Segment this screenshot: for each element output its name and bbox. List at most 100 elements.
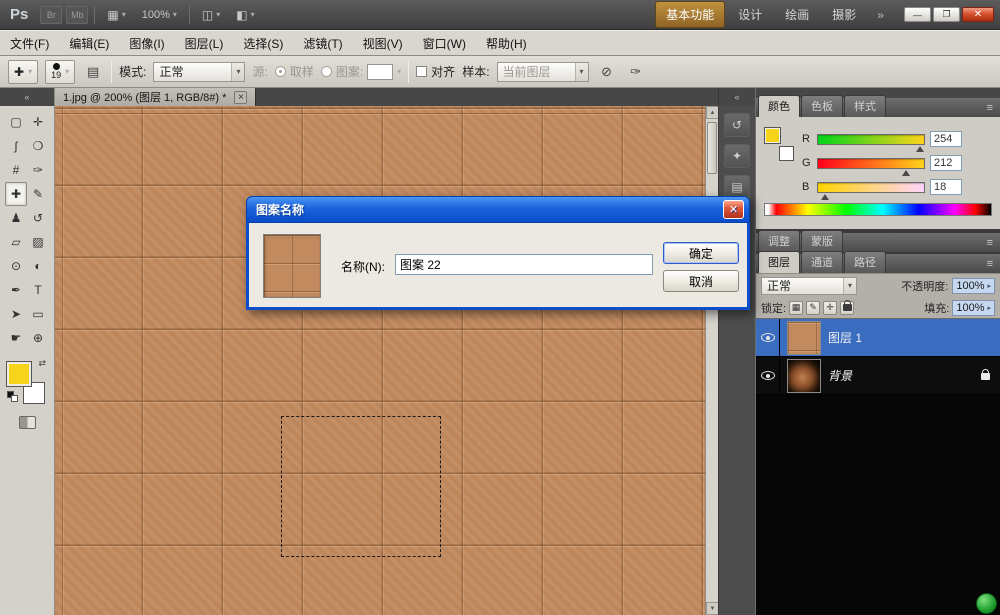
tab-masks[interactable]: 蒙版	[801, 230, 843, 252]
quick-selection-tool[interactable]: ❍	[27, 134, 49, 158]
aligned-checkbox[interactable]	[416, 66, 428, 77]
red-slider[interactable]	[817, 133, 925, 152]
red-value-field[interactable]: 254	[930, 131, 962, 147]
document-close-icon[interactable]: ×	[234, 90, 248, 104]
rectangle-tool[interactable]: ▭	[27, 302, 49, 326]
layer-row-layer-1[interactable]: 图层 1	[756, 319, 1000, 357]
document-tab[interactable]: 1.jpg @ 200% (图层 1, RGB/8#) * ×	[55, 88, 257, 106]
tablet-pressure-icon[interactable]: ✑	[625, 61, 647, 83]
move-tool[interactable]: ✛	[27, 110, 49, 134]
view-extras-button[interactable]: ▦ ▾	[101, 6, 131, 24]
arrange-documents-button[interactable]: ◫ ▾	[196, 6, 226, 24]
swap-colors-icon[interactable]: ⇄	[38, 358, 46, 369]
sampled-radio[interactable]	[274, 66, 286, 77]
selection-marquee[interactable]	[281, 416, 441, 557]
crop-tool[interactable]: #	[5, 158, 27, 182]
more-workspaces-chevron[interactable]: »	[869, 8, 892, 22]
clone-stamp-tool[interactable]: ♟	[5, 206, 27, 230]
lock-image-pixels-icon[interactable]: ✎	[806, 300, 821, 315]
green-slider[interactable]	[817, 157, 925, 176]
lock-all-icon[interactable]	[840, 300, 855, 315]
pattern-swatch[interactable]	[367, 63, 394, 80]
green-value-field[interactable]: 212	[930, 155, 962, 171]
layer-thumbnail[interactable]	[787, 320, 821, 355]
scrollbar-thumb[interactable]	[707, 122, 717, 174]
tab-paths[interactable]: 路径	[844, 251, 886, 273]
tool-preset-picker[interactable]: ✚ ▾	[8, 59, 39, 84]
default-colors-icon[interactable]	[7, 391, 20, 404]
eyedropper-tool[interactable]: ✑	[27, 158, 49, 182]
healing-brush-tool[interactable]: ✚	[5, 182, 27, 206]
menu-select[interactable]: 选择(S)	[233, 30, 293, 57]
red-slider-thumb[interactable]	[915, 142, 924, 152]
source-sampled-option[interactable]: 取样	[274, 63, 314, 80]
quick-mask-icon[interactable]	[18, 416, 36, 429]
aligned-option[interactable]: 对齐	[416, 63, 455, 80]
menu-image[interactable]: 图像(I)	[119, 30, 174, 57]
minimize-button[interactable]: —	[904, 7, 931, 22]
blend-mode-dropdown[interactable]: 正常 ▾	[153, 61, 246, 82]
blue-value-field[interactable]: 18	[930, 179, 962, 195]
brush-tool[interactable]: ✎	[27, 182, 49, 206]
color-spectrum-ramp[interactable]	[764, 203, 992, 216]
background-color-swatch[interactable]	[779, 146, 794, 161]
sample-dropdown[interactable]: 当前图层 ▾	[496, 61, 589, 82]
expand-dock-button[interactable]: «	[719, 88, 755, 106]
mini-bridge-icon[interactable]: Mb	[66, 5, 89, 24]
lock-position-icon[interactable]: ✛	[823, 300, 838, 315]
cancel-button[interactable]: 取消	[663, 270, 739, 292]
hand-tool[interactable]: ☛	[5, 326, 27, 350]
layer-visibility-toggle[interactable]	[756, 319, 780, 356]
eraser-tool[interactable]: ▱	[5, 230, 27, 254]
workspace-painting[interactable]: 绘画	[775, 2, 819, 27]
tab-adjustments[interactable]: 调整	[758, 230, 800, 252]
layer-name[interactable]: 图层 1	[828, 329, 1000, 346]
tab-styles[interactable]: 样式	[844, 95, 886, 117]
source-pattern-option[interactable]: 图案: ▾	[320, 63, 401, 80]
brush-preset-picker[interactable]: 19 ▾	[45, 59, 76, 84]
dodge-tool[interactable]: ◐	[27, 254, 49, 278]
workspace-essentials[interactable]: 基本功能	[655, 1, 726, 28]
menu-window[interactable]: 窗口(W)	[413, 30, 476, 57]
pattern-radio[interactable]	[320, 66, 332, 77]
pattern-name-input[interactable]	[395, 254, 653, 275]
panel-menu-icon[interactable]: ≡	[982, 102, 998, 117]
canvas[interactable]	[55, 106, 705, 615]
green-slider-thumb[interactable]	[901, 166, 910, 176]
menu-help[interactable]: 帮助(H)	[476, 30, 537, 57]
tab-swatches[interactable]: 色板	[801, 95, 843, 117]
styles-panel-icon[interactable]: ✦	[724, 144, 750, 168]
layer-visibility-toggle[interactable]	[756, 357, 780, 394]
dialog-close-button[interactable]: ✕	[723, 200, 744, 219]
workspace-photography[interactable]: 摄影	[822, 2, 866, 27]
gradient-tool[interactable]: ▨	[27, 230, 49, 254]
tab-color[interactable]: 颜色	[758, 95, 800, 117]
menu-file[interactable]: 文件(F)	[0, 30, 59, 57]
screen-mode-button[interactable]: ◧ ▾	[230, 6, 260, 24]
vertical-scrollbar[interactable]: ▲ ▼	[705, 106, 719, 615]
opacity-field[interactable]: 100% ▸	[952, 277, 995, 294]
menu-layer[interactable]: 图层(L)	[175, 30, 234, 57]
ok-button[interactable]: 确定	[663, 242, 739, 264]
workspace-design[interactable]: 设计	[728, 2, 772, 27]
tab-channels[interactable]: 通道	[801, 251, 843, 273]
layer-thumbnail[interactable]	[787, 358, 821, 393]
pen-tool[interactable]: ✒	[5, 278, 27, 302]
rectangular-marquee-tool[interactable]: ▢	[5, 110, 27, 134]
lock-transparent-pixels-icon[interactable]: ▦	[789, 300, 804, 315]
tools-panel-header[interactable]: «	[0, 88, 54, 106]
layer-row-background[interactable]: 背景	[756, 357, 1000, 395]
close-button[interactable]: ✕	[962, 7, 994, 22]
dialog-title-bar[interactable]: 图案名称 ✕	[246, 196, 750, 222]
fill-field[interactable]: 100% ▸	[952, 299, 995, 316]
tab-layers[interactable]: 图层	[758, 251, 800, 273]
toggle-brush-panel-icon[interactable]: ▤	[82, 61, 104, 83]
path-selection-tool[interactable]: ➤	[5, 302, 27, 326]
restore-button[interactable]: ❐	[933, 7, 960, 22]
zoom-level-button[interactable]: 100% ▾	[136, 7, 183, 23]
blur-tool[interactable]: ⊙	[5, 254, 27, 278]
foreground-color-swatch[interactable]	[6, 361, 32, 387]
blue-slider-thumb[interactable]	[821, 190, 830, 200]
bridge-launch-icon[interactable]: Br	[40, 5, 63, 24]
history-brush-tool[interactable]: ↺	[27, 206, 49, 230]
